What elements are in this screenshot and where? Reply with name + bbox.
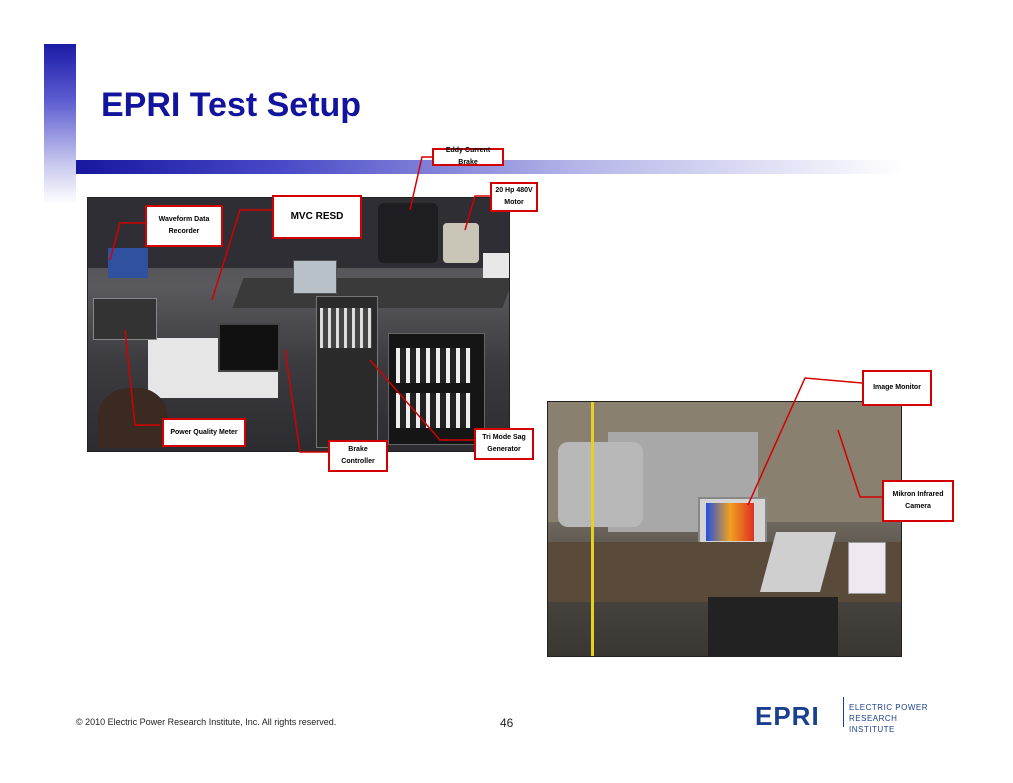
callout-motor: 20 Hp 480V Motor: [490, 182, 538, 212]
callout-eddy-current-brake: Eddy Current Brake: [432, 147, 504, 166]
leader-pq-meter: [124, 329, 160, 426]
callout-power-quality-meter: Power Quality Meter: [162, 418, 246, 447]
leader-ir-camera: [837, 429, 882, 498]
leader-eddy-brake: [409, 156, 432, 211]
epri-logo: EPRI ELECTRIC POWER RESEARCH INSTITUTE: [755, 697, 940, 734]
leader-sag-generator: [369, 359, 474, 441]
callout-mikron-infrared-camera: Mikron Infrared Camera: [882, 480, 954, 522]
epri-logo-mark: EPRI: [755, 701, 820, 731]
logo-divider: [843, 697, 844, 727]
leader-image-monitor: [747, 377, 863, 506]
callout-brake-controller: Brake Controller: [328, 440, 388, 472]
leader-recorder: [109, 222, 145, 261]
logo-text: ELECTRIC POWER RESEARCH INSTITUTE: [849, 702, 940, 735]
callout-tri-mode-sag-generator: Tri Mode Sag Generator: [474, 428, 534, 460]
leader-motor: [464, 195, 490, 231]
callout-waveform-recorder: Waveform Data Recorder: [145, 205, 223, 247]
callout-mvc-resd: MVC RESD: [272, 195, 362, 239]
leader-brake-controller: [284, 349, 330, 453]
logo-line-2: RESEARCH INSTITUTE: [849, 714, 898, 734]
callout-image-monitor: Image Monitor: [862, 370, 932, 406]
copyright-text: © 2010 Electric Power Research Institute…: [76, 717, 337, 727]
page-number: 46: [500, 716, 514, 730]
logo-line-1: ELECTRIC POWER: [849, 703, 929, 712]
